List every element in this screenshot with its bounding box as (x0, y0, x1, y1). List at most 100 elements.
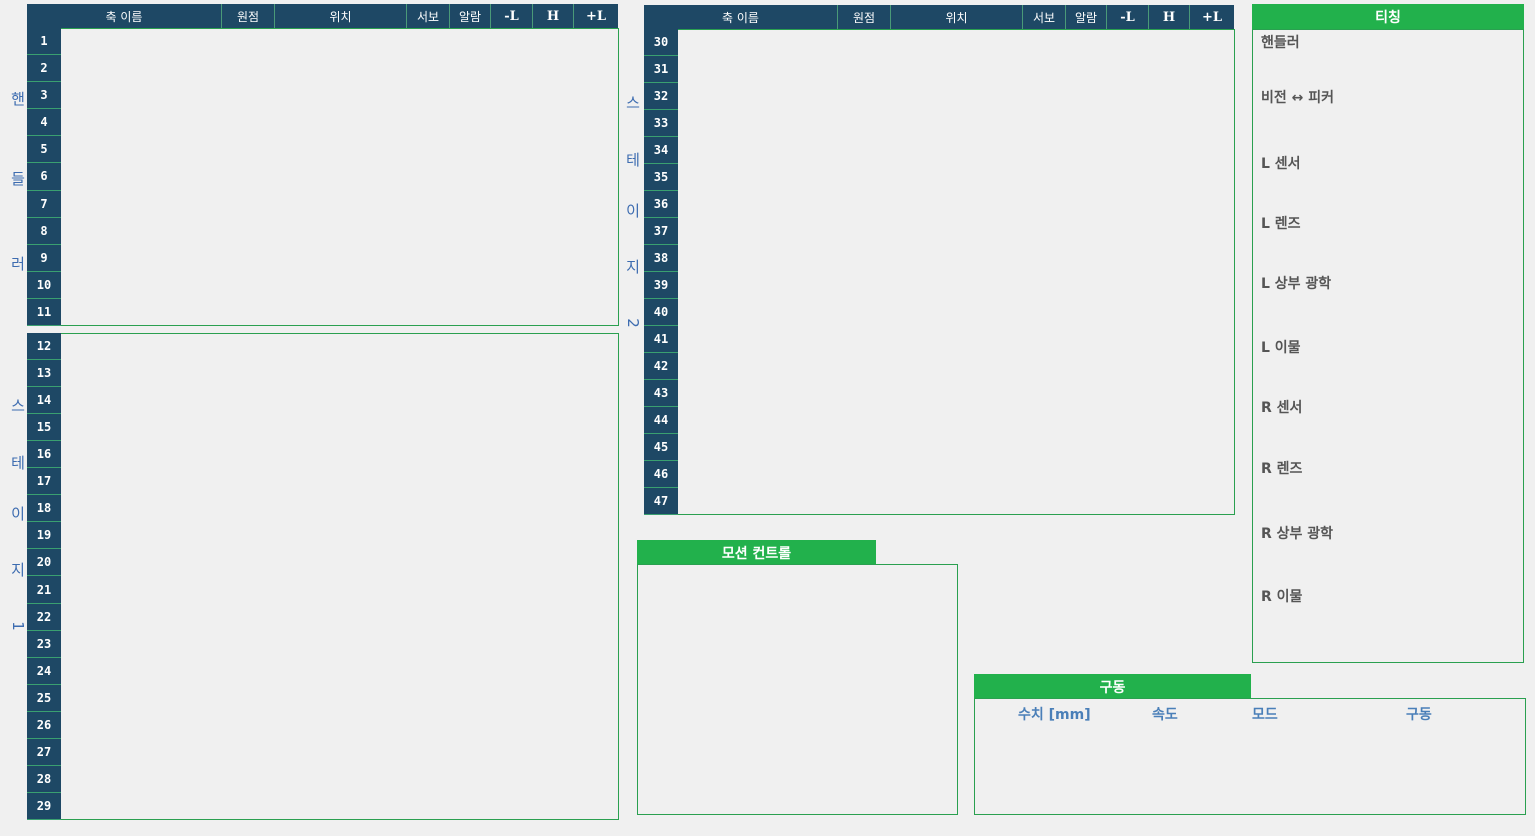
axis-number: 19 (27, 522, 61, 550)
teaching-item-r-foreign[interactable]: R 이물 (1261, 586, 1302, 606)
stage1-label-1: 스 (11, 397, 25, 415)
col-home: H (533, 4, 574, 28)
axis-number: 6 (27, 163, 61, 191)
col-alarm: 알람 (450, 4, 491, 28)
axis-number: 47 (644, 488, 678, 515)
axis-number: 14 (27, 387, 61, 415)
axis-number: 25 (27, 685, 61, 712)
axis-number: 18 (27, 495, 61, 523)
col-origin: 원점 (838, 5, 891, 29)
axis-number: 43 (644, 380, 678, 407)
axis-number: 33 (644, 110, 678, 137)
teaching-item-l-lens[interactable]: L 렌즈 (1261, 213, 1301, 233)
stage2-label-4: 지 (626, 258, 640, 276)
axis-number: 30 (644, 29, 678, 56)
teaching-item-vision-picker[interactable]: 비전 ↔ 피커 (1261, 87, 1334, 107)
axis-number: 39 (644, 272, 678, 299)
col-minus-limit: -L (1107, 5, 1149, 29)
axis-number: 7 (27, 191, 61, 218)
axis-number: 17 (27, 468, 61, 496)
axis-number: 31 (644, 56, 678, 83)
col-axis-name: 축 이름 (27, 4, 222, 28)
col-home: H (1149, 5, 1190, 29)
teaching-title: 티칭 (1252, 4, 1524, 29)
axis-number: 27 (27, 739, 61, 766)
col-plus-limit: +L (1201, 9, 1223, 25)
stage2-label-2: 테 (626, 151, 640, 169)
teaching-item-handler[interactable]: 핸들러 (1261, 32, 1300, 52)
axis-number: 12 (27, 333, 61, 361)
axis-number: 28 (27, 766, 61, 793)
col-servo: 서보 (1023, 5, 1066, 29)
drive-col-speed: 속도 (1152, 707, 1178, 723)
axis-number: 10 (27, 272, 61, 299)
stage1-label-5: 1 (9, 621, 27, 631)
handler-axis-panel (27, 28, 619, 326)
axis-number: 36 (644, 191, 678, 218)
axis-number: 11 (27, 299, 61, 326)
col-minus-limit: -L (491, 4, 533, 28)
axis-number: 22 (27, 604, 61, 631)
axis-number: 26 (27, 712, 61, 739)
stage2-axis-numbers: 30 31 32 33 34 35 36 37 38 39 40 41 42 43 44 45 46 47 (644, 29, 678, 515)
teaching-item-l-foreign[interactable]: L 이물 (1261, 337, 1301, 357)
teaching-item-r-lens[interactable]: R 렌즈 (1261, 458, 1302, 478)
axis-number: 40 (644, 299, 678, 326)
right-table-header: 축 이름 원점 위치 서보 알람 -L H +L (644, 5, 1234, 29)
axis-number: 20 (27, 549, 61, 577)
drive-col-drive: 구동 (1406, 707, 1432, 723)
col-position: 위치 (891, 5, 1023, 29)
teaching-item-l-sensor[interactable]: L 센서 (1261, 153, 1301, 173)
teaching-item-r-sensor[interactable]: R 센서 (1261, 397, 1302, 417)
col-servo: 서보 (407, 4, 450, 28)
axis-number: 32 (644, 83, 678, 110)
axis-number: 21 (27, 577, 61, 604)
axis-number: 38 (644, 245, 678, 272)
col-plus-limit: +L (585, 8, 607, 24)
axis-number: 8 (27, 218, 61, 245)
axis-number: 34 (644, 137, 678, 164)
axis-number: 5 (27, 136, 61, 164)
axis-number: 35 (644, 164, 678, 191)
axis-number: 4 (27, 109, 61, 137)
drive-title: 구동 (974, 674, 1251, 699)
axis-number: 9 (27, 245, 61, 272)
teaching-item-r-upper-optics[interactable]: R 상부 광학 (1261, 523, 1333, 543)
axis-number: 23 (27, 631, 61, 658)
teaching-item-l-upper-optics[interactable]: L 상부 광학 (1261, 273, 1331, 293)
stage1-label-3: 이 (11, 505, 25, 523)
stage2-label-3: 이 (626, 202, 640, 220)
left-table-header: 축 이름 원점 위치 서보 알람 -L H +L (27, 4, 618, 28)
col-origin: 원점 (222, 4, 275, 28)
stage2-label-5: 2 (624, 318, 642, 328)
axis-number: 1 (27, 28, 61, 56)
col-position: 위치 (275, 4, 407, 28)
stage2-axis-panel (644, 29, 1235, 515)
drive-col-mode: 모드 (1252, 707, 1278, 723)
col-axis-name: 축 이름 (644, 5, 838, 29)
axis-number: 16 (27, 441, 61, 469)
stage1-axis-numbers: 12 13 14 15 16 17 18 19 20 21 22 23 24 25 26 27 28 29 (27, 333, 61, 820)
drive-col-value: 수치 [mm] (1018, 707, 1091, 723)
axis-number: 41 (644, 326, 678, 353)
axis-number: 46 (644, 461, 678, 488)
axis-number: 24 (27, 658, 61, 685)
motion-control-title: 모션 컨트롤 (637, 540, 876, 565)
handler-label-1: 핸 (11, 90, 25, 108)
stage1-label-2: 테 (11, 454, 25, 472)
axis-number: 29 (27, 793, 61, 820)
axis-number: 45 (644, 434, 678, 461)
col-alarm: 알람 (1066, 5, 1107, 29)
stage1-label-4: 지 (11, 561, 25, 579)
handler-label-2: 들 (11, 170, 25, 188)
motion-control-panel (637, 564, 958, 815)
axis-number: 3 (27, 82, 61, 110)
axis-number: 37 (644, 218, 678, 245)
axis-number: 42 (644, 353, 678, 380)
axis-number: 13 (27, 360, 61, 388)
stage2-label-1: 스 (626, 94, 640, 112)
axis-number: 15 (27, 414, 61, 442)
stage1-axis-panel (27, 333, 619, 820)
handler-axis-numbers: 1 2 3 4 5 6 7 8 9 10 11 (27, 28, 61, 326)
axis-number: 44 (644, 407, 678, 434)
